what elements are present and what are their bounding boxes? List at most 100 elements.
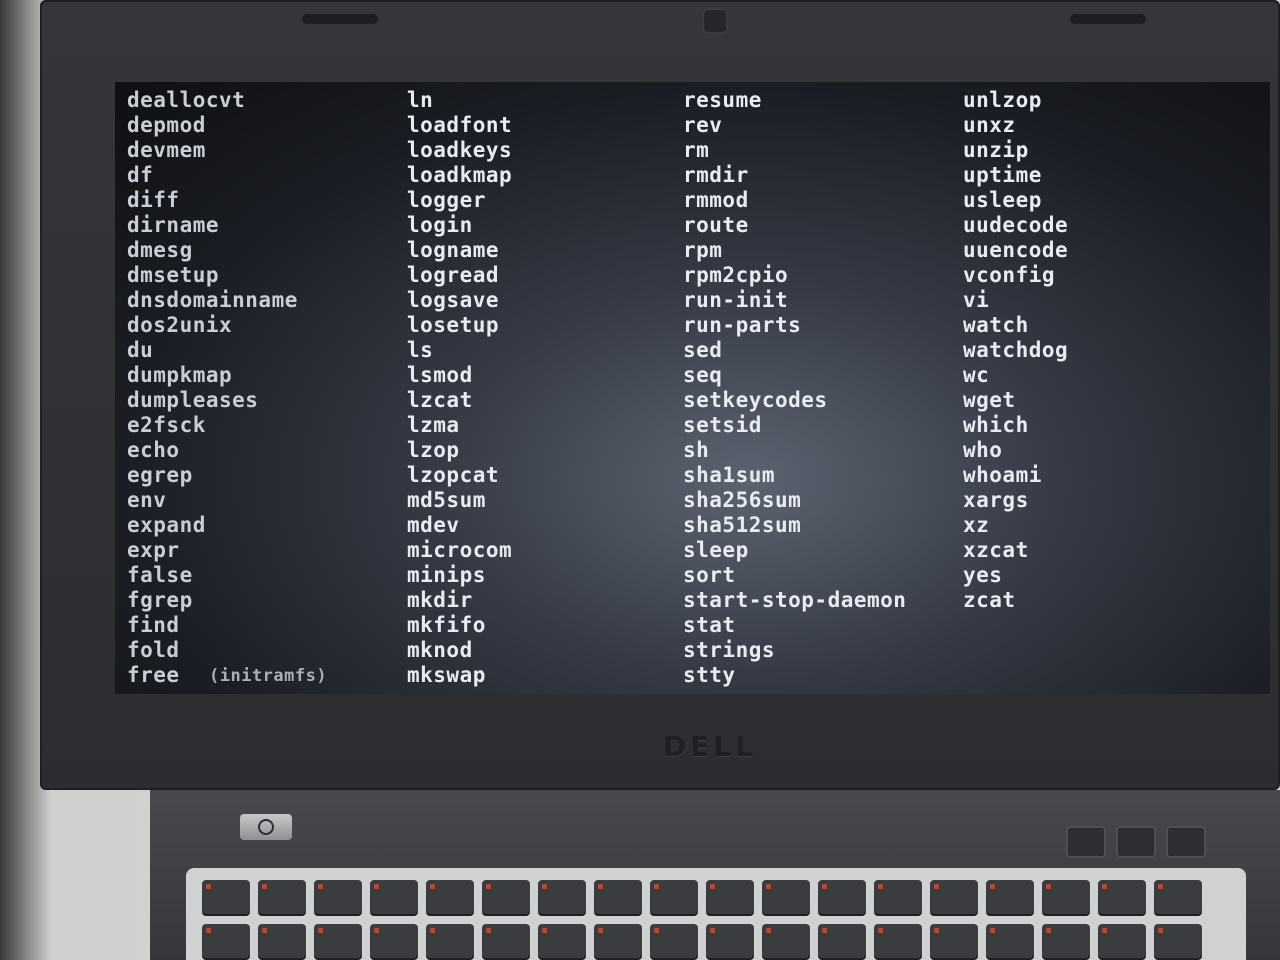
keyboard-key[interactable] [986,924,1034,958]
keyboard-key[interactable] [818,924,866,958]
command-entry: loadfont [407,113,513,137]
command-column-3: resume rev rm rmdir rmmod route rpm rpm2cpio run… [683,88,906,688]
keyboard-key[interactable] [370,880,418,914]
command-entry: whoami [963,463,1042,487]
keyboard-key[interactable] [594,924,642,958]
command-entry: vconfig [963,263,1056,287]
command-entry: e2fsck [127,413,206,437]
command-entry: echo [127,438,180,462]
keyboard-key[interactable] [874,880,922,914]
command-entry: lzcat [407,388,473,412]
command-entry: wc [963,363,990,387]
command-column-4: unlzop unxz unzip uptime usleep uudecode uuenc… [963,88,1068,613]
keyboard-key[interactable] [538,880,586,914]
keyboard-key[interactable] [202,924,250,958]
command-entry: stat [683,613,736,637]
photo-scene: deallocvt depmod devmem df diff dirname dmesg d… [0,0,1280,960]
command-entry: dumpkmap [127,363,233,387]
command-entry: mknod [407,638,473,662]
command-entry: lzopcat [407,463,500,487]
command-entry: watchdog [963,338,1069,362]
command-entry: sha256sum [683,488,802,512]
command-entry: loadkeys [407,138,513,162]
command-entry: microcom [407,538,513,562]
command-entry: sort [683,563,736,587]
keyboard-key[interactable] [370,924,418,958]
keyboard-function-row [202,880,1230,914]
command-entry: seq [683,363,723,387]
command-entry: fgrep [127,588,193,612]
command-entry: sha512sum [683,513,802,537]
keyboard-key[interactable] [1098,880,1146,914]
command-entry: wget [963,388,1016,412]
keyboard-key[interactable] [482,924,530,958]
keyboard-key[interactable] [1098,924,1146,958]
keyboard-key[interactable] [1154,924,1202,958]
keyboard-key[interactable] [314,880,362,914]
command-entry: dmsetup [127,263,220,287]
keyboard-key[interactable] [1042,924,1090,958]
keyboard-key[interactable] [650,880,698,914]
media-key-3[interactable] [1166,826,1206,858]
command-entry: dnsdomainname [127,288,298,312]
command-entry: rev [683,113,723,137]
terminal-console[interactable]: deallocvt depmod devmem df diff dirname dmesg d… [115,82,1270,694]
command-entry: watch [963,313,1029,337]
command-entry: expr [127,538,180,562]
laptop-base [150,790,1280,960]
command-entry: deallocvt [127,88,246,112]
command-entry: login [407,213,473,237]
keyboard-key[interactable] [314,924,362,958]
command-entry: logsave [407,288,500,312]
keyboard-key[interactable] [1042,880,1090,914]
webcam [702,8,728,34]
command-entry: who [963,438,1003,462]
command-entry: setsid [683,413,762,437]
keyboard-key[interactable] [202,880,250,914]
keyboard-key[interactable] [650,924,698,958]
keyboard-key[interactable] [818,880,866,914]
media-key-1[interactable] [1066,826,1106,858]
keyboard-key[interactable] [762,880,810,914]
command-entry: xargs [963,488,1029,512]
lid-bumper-left [302,14,378,24]
command-entry: unzip [963,138,1029,162]
keyboard-key[interactable] [930,924,978,958]
command-entry: start-stop-daemon [683,588,907,612]
shell-prompt[interactable]: (initramfs) [209,666,327,686]
command-entry: route [683,213,749,237]
command-entry: rmdir [683,163,749,187]
dell-logo: DELL [663,730,758,763]
command-entry: sh [683,438,710,462]
keyboard-key[interactable] [874,924,922,958]
command-entry: loadkmap [407,163,513,187]
command-entry: uuencode [963,238,1069,262]
keyboard-key[interactable] [930,880,978,914]
keyboard-key[interactable] [594,880,642,914]
command-entry: fold [127,638,180,662]
keyboard-key[interactable] [986,880,1034,914]
keyboard-key[interactable] [762,924,810,958]
command-entry: logname [407,238,500,262]
command-entry: losetup [407,313,500,337]
command-entry: du [127,338,154,362]
keyboard-key[interactable] [258,924,306,958]
command-entry: rpm [683,238,723,262]
command-entry: dirname [127,213,220,237]
command-entry: yes [963,563,1003,587]
command-entry: find [127,613,180,637]
command-entry: egrep [127,463,193,487]
keyboard-key[interactable] [706,924,754,958]
keyboard-key[interactable] [538,924,586,958]
command-entry: ls [407,338,434,362]
power-button[interactable] [240,814,292,840]
keyboard-key[interactable] [426,880,474,914]
keyboard-key[interactable] [706,880,754,914]
media-key-2[interactable] [1116,826,1156,858]
command-entry: logger [407,188,486,212]
keyboard-key[interactable] [1154,880,1202,914]
command-entry: expand [127,513,206,537]
keyboard-key[interactable] [258,880,306,914]
keyboard-key[interactable] [482,880,530,914]
keyboard-key[interactable] [426,924,474,958]
